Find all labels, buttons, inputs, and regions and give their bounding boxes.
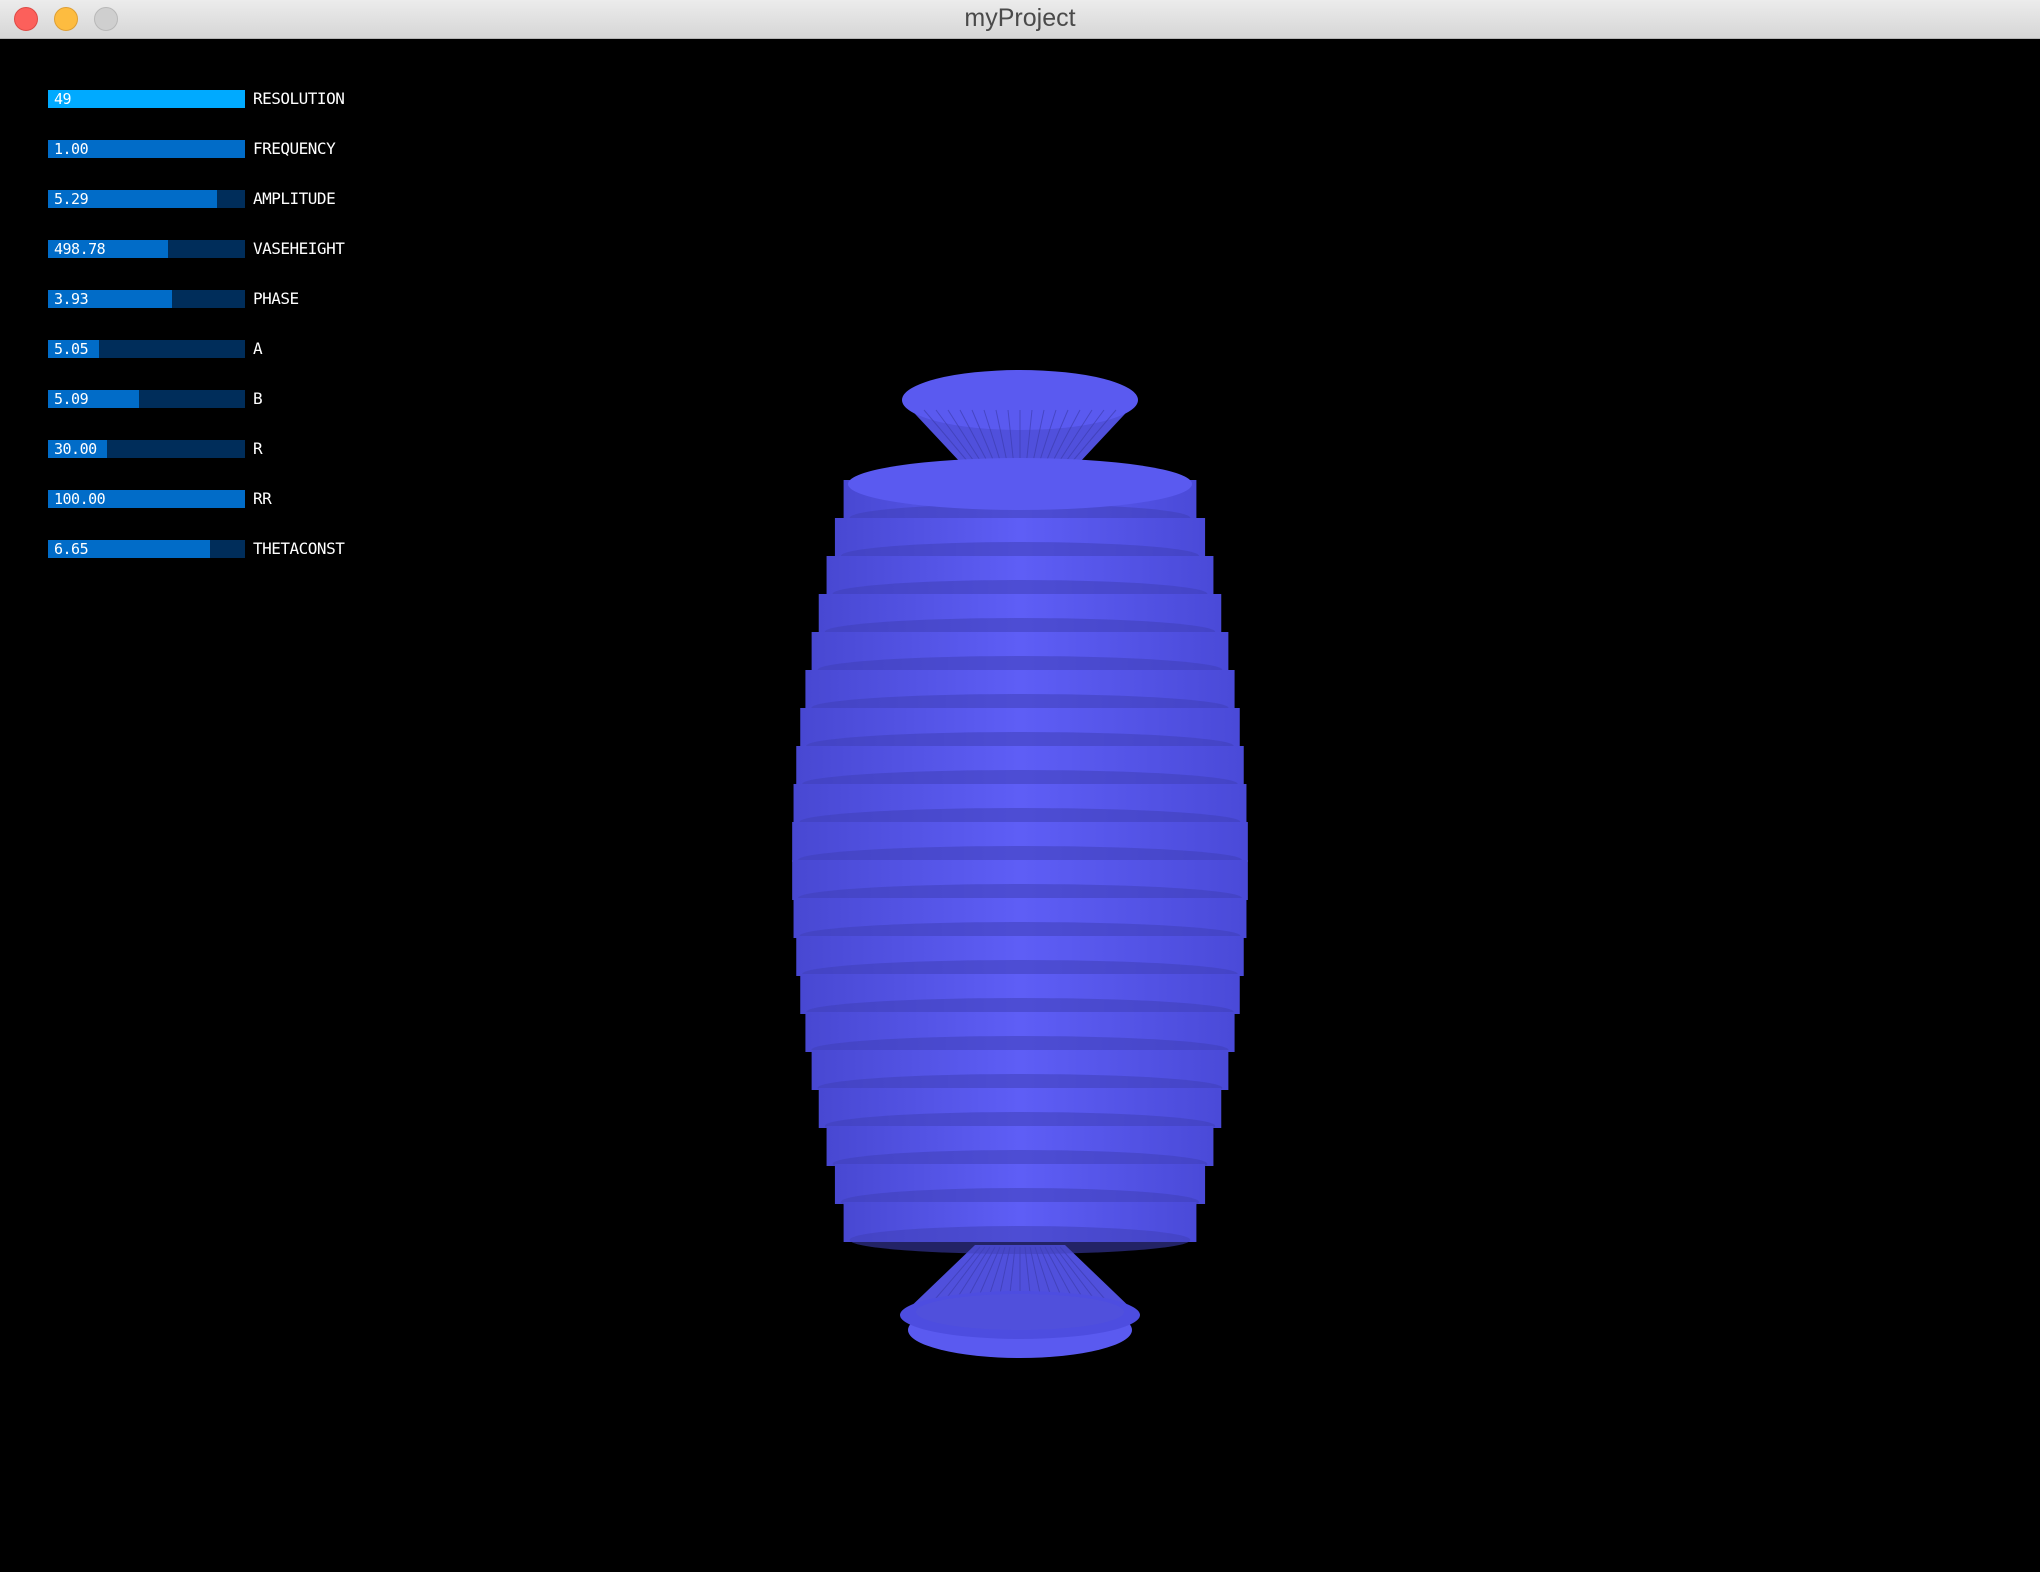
slider-track[interactable]: 6.65	[48, 540, 245, 558]
slider-value: 1.00	[54, 140, 89, 158]
slider-fill	[48, 90, 245, 108]
slider-label: VASEHEIGHT	[253, 239, 345, 258]
slider-a[interactable]: 5.05 A	[48, 339, 263, 358]
slider-phase[interactable]: 3.93 PHASE	[48, 290, 299, 308]
slider-label: A	[253, 339, 263, 358]
slider-vaseheight[interactable]: 498.78 VASEHEIGHT	[48, 239, 345, 258]
slider-value: 3.93	[54, 290, 89, 308]
slider-amplitude[interactable]: 5.29 AMPLITUDE	[48, 189, 336, 208]
slider-value: 5.09	[54, 390, 89, 408]
slider-label: RR	[253, 489, 272, 508]
slider-frequency[interactable]: 1.00 FREQUENCY	[48, 139, 336, 158]
slider-track[interactable]: 49	[48, 90, 245, 108]
slider-value: 5.05	[54, 340, 89, 358]
slider-b[interactable]: 5.09 B	[48, 389, 263, 408]
vase-shape	[792, 370, 1248, 1358]
title-bar[interactable]: myProject	[0, 0, 2040, 39]
slider-track[interactable]: 3.93	[48, 290, 245, 308]
slider-value: 5.29	[54, 190, 89, 208]
slider-r[interactable]: 30.00 R	[48, 439, 263, 458]
window-title: myProject	[964, 4, 1076, 32]
slider-value: 6.65	[54, 540, 89, 558]
slider-label: PHASE	[253, 289, 299, 308]
slider-thetaconst[interactable]: 6.65 THETACONST	[48, 539, 345, 558]
app-window: myProject 49 RESOLUTION 1.00 FREQUENCY 5…	[0, 0, 2040, 1572]
slider-rr[interactable]: 100.00 RR	[48, 489, 272, 508]
slider-track[interactable]: 5.09	[48, 390, 245, 408]
slider-value: 49	[54, 90, 72, 108]
slider-label: B	[253, 389, 263, 408]
slider-track[interactable]: 30.00	[48, 440, 245, 458]
slider-label: AMPLITUDE	[253, 189, 336, 208]
slider-label: THETACONST	[253, 539, 345, 558]
slider-label: R	[253, 439, 263, 458]
slider-track[interactable]: 100.00	[48, 490, 245, 508]
slider-resolution[interactable]: 49 RESOLUTION	[48, 89, 345, 108]
slider-value: 100.00	[54, 490, 106, 508]
slider-track[interactable]: 1.00	[48, 140, 245, 158]
slider-label: RESOLUTION	[253, 89, 345, 108]
slider-track[interactable]: 5.05	[48, 340, 245, 358]
vase-3d-render[interactable]	[780, 340, 1260, 1360]
slider-label: FREQUENCY	[253, 139, 336, 158]
slider-track[interactable]: 498.78	[48, 240, 245, 258]
render-canvas[interactable]: 49 RESOLUTION 1.00 FREQUENCY 5.29 AMPLIT…	[0, 40, 2040, 1572]
slider-track[interactable]: 5.29	[48, 190, 245, 208]
slider-value: 498.78	[54, 240, 106, 258]
slider-value: 30.00	[54, 440, 97, 458]
